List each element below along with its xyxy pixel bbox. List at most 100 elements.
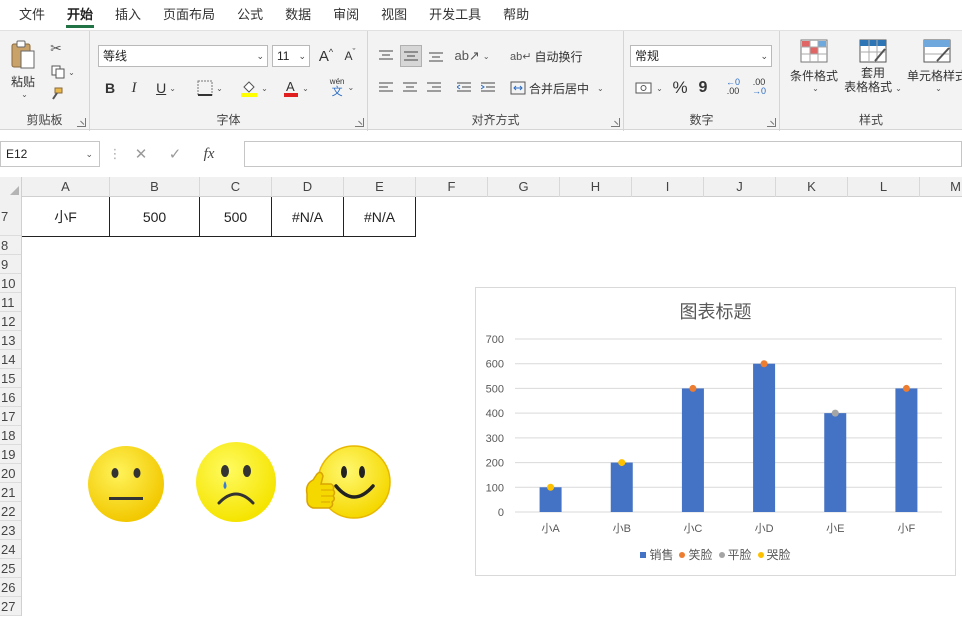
row-header[interactable]: 12: [0, 312, 21, 331]
borders-button[interactable]: ⌄: [192, 77, 228, 99]
align-center-button[interactable]: [400, 77, 420, 99]
column-header-e[interactable]: E: [344, 177, 416, 197]
format-as-table-button[interactable]: 套用 表格格式 ⌄: [842, 39, 904, 103]
column-header-f[interactable]: F: [416, 177, 488, 197]
column-header-g[interactable]: G: [488, 177, 560, 197]
menu-help[interactable]: 帮助: [492, 0, 540, 30]
neutral-face-icon[interactable]: [84, 444, 168, 524]
row-header[interactable]: 25: [0, 559, 21, 578]
number-format-select[interactable]: 常规 ⌄: [630, 45, 772, 67]
column-header-h[interactable]: H: [560, 177, 632, 197]
row-header[interactable]: 27: [0, 597, 21, 616]
font-color-button[interactable]: A ⌄: [278, 77, 314, 99]
increase-decimal-button[interactable]: ←0.00: [722, 75, 744, 99]
sad-face-icon[interactable]: [195, 441, 279, 525]
cell-e7[interactable]: #N/A: [344, 197, 416, 237]
row-header[interactable]: 8: [0, 236, 21, 255]
cut-button[interactable]: ✂: [46, 39, 66, 57]
row-header[interactable]: 19: [0, 445, 21, 464]
menu-insert[interactable]: 插入: [104, 0, 152, 30]
fill-color-button[interactable]: ⌄: [236, 77, 272, 99]
select-all-corner[interactable]: [0, 177, 22, 197]
row-header[interactable]: 9: [0, 255, 21, 274]
chart-legend[interactable]: 销售 笑脸 平脸 哭脸: [476, 546, 955, 563]
copy-button[interactable]: ⌄: [46, 63, 80, 81]
column-header-d[interactable]: D: [272, 177, 344, 197]
column-header-c[interactable]: C: [200, 177, 272, 197]
menu-page-layout[interactable]: 页面布局: [152, 0, 226, 30]
menu-developer[interactable]: 开发工具: [418, 0, 492, 30]
italic-button[interactable]: I: [124, 77, 144, 99]
row-header-7[interactable]: 7: [0, 197, 21, 236]
menu-review[interactable]: 审阅: [322, 0, 370, 30]
legend-item[interactable]: 笑脸: [679, 546, 713, 563]
row-header[interactable]: 22: [0, 502, 21, 521]
cell-c7[interactable]: 500: [200, 197, 272, 237]
menu-data[interactable]: 数据: [274, 0, 322, 30]
align-top-button[interactable]: [376, 45, 396, 67]
cell-b7[interactable]: 500: [110, 197, 200, 237]
phonetic-button[interactable]: wén 文 ⌄: [324, 75, 360, 99]
row-header[interactable]: 14: [0, 350, 21, 369]
underline-button[interactable]: U ⌄: [148, 77, 184, 99]
legend-item[interactable]: 销售: [640, 546, 673, 563]
comma-style-button[interactable]: 9: [694, 77, 712, 99]
formula-input[interactable]: [244, 141, 962, 167]
wrap-text-button[interactable]: ab↵ 自动换行: [510, 45, 600, 67]
row-header[interactable]: 18: [0, 426, 21, 445]
row-header[interactable]: 17: [0, 407, 21, 426]
cell-styles-button[interactable]: 单元格样式 ⌄: [906, 39, 962, 103]
row-header[interactable]: 26: [0, 578, 21, 597]
alignment-launcher-icon[interactable]: [611, 118, 620, 127]
accounting-format-button[interactable]: ⌄: [630, 77, 668, 99]
column-header-k[interactable]: K: [776, 177, 848, 197]
enter-icon[interactable]: ✓: [158, 145, 192, 163]
cell-a7[interactable]: 小F: [22, 197, 110, 237]
row-header[interactable]: 11: [0, 293, 21, 312]
font-name-select[interactable]: 等线 ⌄: [98, 45, 268, 67]
column-header-j[interactable]: J: [704, 177, 776, 197]
increase-indent-button[interactable]: [478, 77, 498, 99]
grow-font-button[interactable]: A ^: [316, 45, 336, 67]
chart[interactable]: 图表标题 0 100 200 300 400 500 600 700 小A 小B 小C 小D 小E 小F …: [475, 287, 956, 576]
menu-home[interactable]: 开始: [56, 0, 104, 30]
row-header[interactable]: 15: [0, 369, 21, 388]
legend-item[interactable]: 平脸: [718, 546, 752, 563]
merge-center-button[interactable]: 合并后居中 ⌄: [510, 77, 614, 99]
row-header[interactable]: 21: [0, 483, 21, 502]
menu-view[interactable]: 视图: [370, 0, 418, 30]
bold-button[interactable]: B: [100, 77, 120, 99]
row-header[interactable]: 10: [0, 274, 21, 293]
align-middle-button[interactable]: [400, 45, 422, 67]
menu-file[interactable]: 文件: [8, 0, 56, 30]
row-header[interactable]: 20: [0, 464, 21, 483]
percent-button[interactable]: %: [670, 77, 690, 99]
clipboard-launcher-icon[interactable]: [77, 118, 86, 127]
column-header-m[interactable]: M: [920, 177, 962, 197]
cancel-icon[interactable]: ✕: [124, 145, 158, 163]
column-header-i[interactable]: I: [632, 177, 704, 197]
align-bottom-button[interactable]: [426, 45, 446, 67]
align-left-button[interactable]: [376, 77, 396, 99]
menu-formulas[interactable]: 公式: [226, 0, 274, 30]
row-header[interactable]: 24: [0, 540, 21, 559]
orientation-button[interactable]: ab↗ ⌄: [454, 45, 490, 67]
format-painter-button[interactable]: [46, 85, 66, 103]
column-header-b[interactable]: B: [110, 177, 200, 197]
row-header[interactable]: 13: [0, 331, 21, 350]
number-launcher-icon[interactable]: [767, 118, 776, 127]
legend-item[interactable]: 哭脸: [757, 546, 791, 563]
shrink-font-button[interactable]: Aˇ: [340, 45, 360, 67]
insert-function-icon[interactable]: fx: [192, 146, 226, 163]
row-header[interactable]: 16: [0, 388, 21, 407]
cell-d7[interactable]: #N/A: [272, 197, 344, 237]
align-right-button[interactable]: [424, 77, 444, 99]
conditional-formatting-button[interactable]: 条件格式 ⌄: [784, 39, 844, 103]
paste-button[interactable]: 粘贴 ⌄: [6, 37, 40, 101]
column-header-a[interactable]: A: [22, 177, 110, 197]
font-size-select[interactable]: 11 ⌄: [272, 45, 310, 67]
decrease-indent-button[interactable]: [454, 77, 474, 99]
smiley-thumbs-up-icon[interactable]: [299, 442, 395, 526]
row-header[interactable]: 23: [0, 521, 21, 540]
name-box[interactable]: E12 ⌄: [0, 141, 100, 167]
